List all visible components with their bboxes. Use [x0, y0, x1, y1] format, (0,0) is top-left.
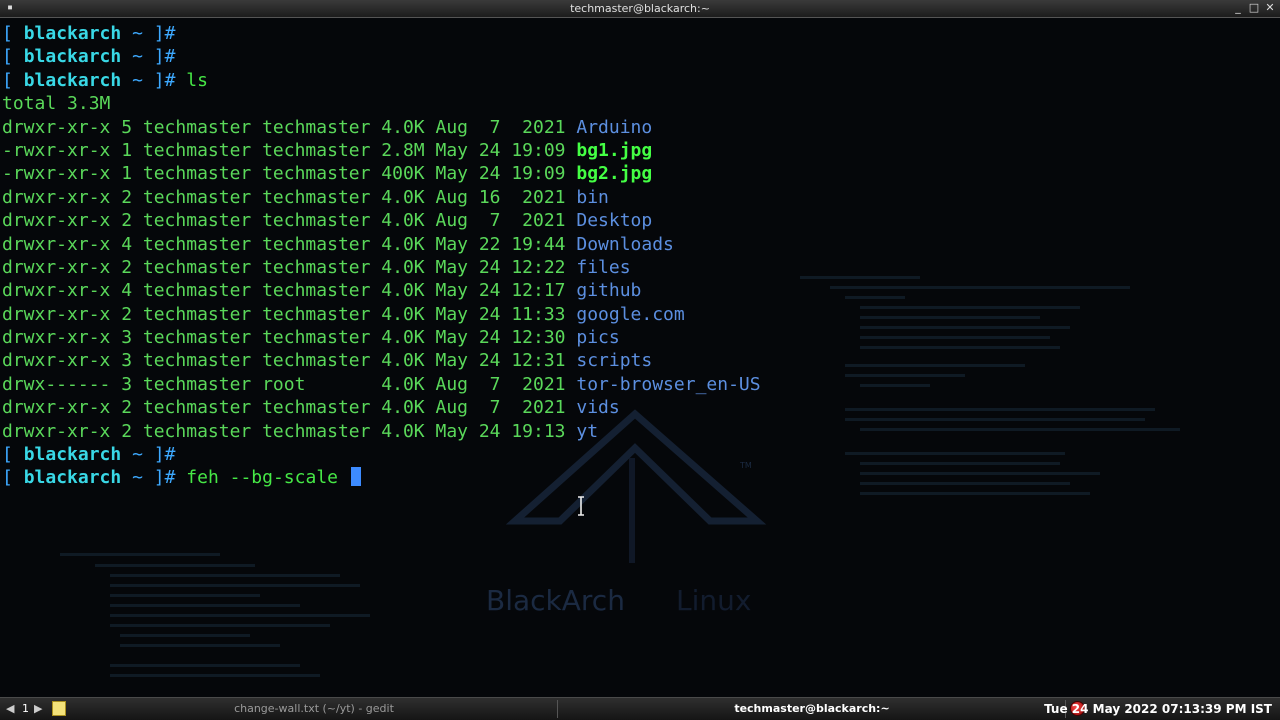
minimize-icon[interactable]: _: [1232, 1, 1244, 15]
command-input[interactable]: feh --bg-scale: [175, 467, 348, 488]
prompt-line: [ blackarch ~ ]#: [2, 444, 176, 466]
file-name: bg2.jpg: [576, 163, 653, 185]
task-separator: [557, 700, 558, 718]
terminal-viewport[interactable]: BlackArch Linux TM [blackarch ~]# [bl…: [0, 18, 1280, 697]
dir-name: scripts: [576, 350, 653, 372]
dir-name: pics: [576, 327, 620, 349]
ls-entry: drwxr-xr-x 2 techmaster techmaster 4.0K …: [2, 210, 653, 232]
workspace-number[interactable]: 1: [22, 701, 29, 717]
mouse-ibeam-icon: [578, 496, 584, 516]
wallpaper-logo-subtext: Linux: [676, 584, 751, 617]
task-terminal[interactable]: techmaster@blackarch:~: [560, 701, 1064, 717]
active-prompt-line[interactable]: [ blackarch ~ ]# feh --bg-scale: [2, 466, 761, 489]
ls-entry: drwxr-xr-x 3 techmaster techmaster 4.0K …: [2, 350, 653, 372]
prompt-line: [ blackarch ~ ]#: [2, 46, 176, 68]
window-titlebar[interactable]: ▪ techmaster@blackarch:~ _ □ ✕: [0, 0, 1280, 18]
ls-entry: drwxr-xr-x 2 techmaster techmaster 4.0K …: [2, 256, 631, 278]
task-gedit[interactable]: change-wall.txt (~/yt) - gedit: [72, 701, 556, 717]
ls-entry: drwxr-xr-x 4 techmaster techmaster 4.0K …: [2, 233, 674, 255]
ls-entry: drwxr-xr-x 3 techmaster techmaster 4.0K …: [2, 327, 620, 349]
wallpaper-logo-text: BlackArch: [486, 584, 625, 617]
ls-entry: drwxr-xr-x 2 techmaster techmaster 4.0K …: [2, 186, 609, 208]
prompt-line: [ blackarch ~ ]# ls: [2, 69, 208, 91]
workspace-next-icon[interactable]: ▶: [34, 701, 42, 717]
dir-name: Downloads: [576, 233, 674, 255]
ls-entry: drwxr-xr-x 2 techmaster techmaster 4.0K …: [2, 397, 620, 419]
workspace-prev-icon[interactable]: ◀: [6, 701, 14, 717]
command-text: ls: [175, 69, 208, 91]
file-name: bg1.jpg: [576, 139, 653, 161]
dir-name: Desktop: [576, 210, 653, 232]
dir-name: vids: [576, 397, 620, 419]
window-controls: _ □ ✕: [1232, 1, 1276, 15]
text-cursor: [350, 467, 361, 487]
ls-entry: drwx------ 3 techmaster root 4.0K Aug 7 …: [2, 373, 761, 395]
ls-entry: -rwxr-xr-x 1 techmaster techmaster 2.8M …: [2, 139, 653, 161]
ls-entry: drwxr-xr-x 2 techmaster techmaster 4.0K …: [2, 420, 599, 442]
dir-name: files: [576, 256, 631, 278]
terminal-output: [ blackarch ~ ]# [ blackarch ~ ]# [ blac…: [2, 22, 761, 490]
close-icon[interactable]: ✕: [1264, 1, 1276, 15]
dir-name: github: [576, 280, 642, 302]
dir-name: Arduino: [576, 116, 653, 138]
ls-total: total 3.3M: [2, 93, 111, 115]
window-title: techmaster@blackarch:~: [570, 2, 710, 15]
ls-entry: drwxr-xr-x 4 techmaster techmaster 4.0K …: [2, 280, 642, 302]
ls-entry: -rwxr-xr-x 1 techmaster techmaster 400K …: [2, 163, 653, 185]
prompt-line: [ blackarch ~ ]#: [2, 23, 176, 44]
ls-entry: drwxr-xr-x 2 techmaster techmaster 4.0K …: [2, 303, 685, 325]
dir-name: yt: [576, 420, 599, 442]
text-editor-icon[interactable]: [52, 701, 66, 716]
maximize-icon[interactable]: □: [1248, 1, 1260, 15]
clock[interactable]: Tue 24 May 2022 07:13:39 PM IST: [1044, 701, 1272, 717]
taskbar: ◀ 1 ▶ change-wall.txt (~/yt) - gedit tec…: [0, 697, 1280, 720]
dir-name: google.com: [576, 303, 685, 325]
ls-entry: drwxr-xr-x 5 techmaster techmaster 4.0K …: [2, 116, 653, 138]
dir-name: bin: [576, 186, 609, 208]
dir-name: tor-browser_en-US: [576, 373, 761, 395]
